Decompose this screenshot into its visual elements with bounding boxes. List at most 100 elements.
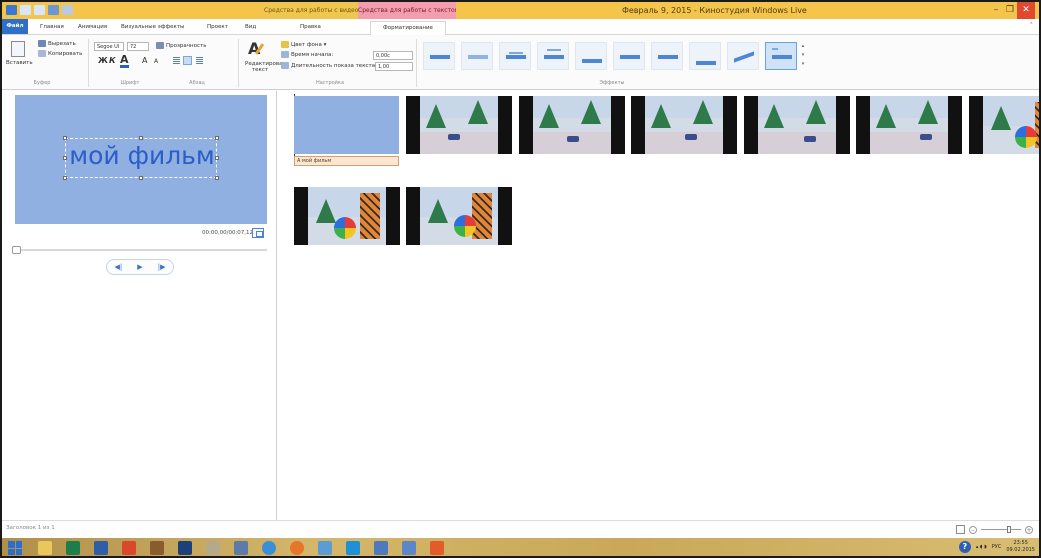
app-icon[interactable] xyxy=(318,541,332,555)
close-button[interactable]: ✕ xyxy=(1017,2,1035,19)
align-left-icon[interactable] xyxy=(173,57,180,64)
browser-icon[interactable] xyxy=(262,541,276,555)
bold-button[interactable]: Ж xyxy=(98,56,108,65)
video-clip[interactable] xyxy=(856,96,962,154)
title-clip[interactable] xyxy=(294,96,399,154)
font-family-select[interactable]: Segoe UI xyxy=(94,42,124,51)
tab-animation[interactable]: Анимация xyxy=(78,21,107,34)
align-center-icon[interactable] xyxy=(183,56,192,65)
tab-view[interactable]: Вид xyxy=(245,21,256,34)
resize-handle[interactable] xyxy=(215,176,219,180)
video-clip[interactable] xyxy=(969,96,1039,154)
save-icon[interactable] xyxy=(48,5,59,15)
edit-text-button[interactable]: Редактировать текст xyxy=(245,61,289,73)
clip-frame xyxy=(533,96,611,154)
copy-button[interactable]: Копировать xyxy=(38,50,82,57)
zoom-in-icon[interactable]: + xyxy=(1025,525,1033,534)
paste-button[interactable]: Вставить xyxy=(6,60,33,66)
app-icon[interactable] xyxy=(206,541,220,555)
help-icon[interactable]: ? xyxy=(958,541,971,553)
storyboard-pane[interactable]: A мой фильм xyxy=(278,91,1039,520)
start-button-icon[interactable] xyxy=(8,541,22,555)
effect-thumbnail[interactable] xyxy=(575,42,607,70)
app-icon[interactable] xyxy=(374,541,388,555)
transparency-button[interactable]: Прозрачность xyxy=(156,42,206,49)
shrink-font-icon[interactable]: A xyxy=(154,58,158,65)
resize-handle[interactable] xyxy=(139,176,143,180)
next-frame-icon[interactable]: |▶ xyxy=(158,263,166,271)
effect-thumbnail[interactable] xyxy=(613,42,645,70)
cut-button[interactable]: Вырезать xyxy=(38,40,76,47)
effect-thumbnail-selected[interactable] xyxy=(765,42,797,70)
paste-icon[interactable] xyxy=(11,41,25,57)
tab-visual-effects[interactable]: Визуальные эффекты xyxy=(121,21,184,34)
background-color-button[interactable]: Цвет фона ▾ xyxy=(281,41,326,48)
tab-edit[interactable]: Правка xyxy=(300,21,321,34)
font-color-icon[interactable]: A xyxy=(120,54,129,68)
align-right-icon[interactable] xyxy=(196,57,203,64)
play-icon[interactable]: ▶ xyxy=(137,263,142,271)
resize-handle[interactable] xyxy=(139,136,143,140)
clock[interactable]: 23:55 09.02.2015 xyxy=(1006,540,1035,554)
chevron-up-icon[interactable]: ˆ xyxy=(1030,22,1034,30)
start-time-input[interactable]: 0,00с xyxy=(373,51,413,60)
tab-file[interactable]: Файл xyxy=(2,19,28,34)
app-icon[interactable] xyxy=(94,541,108,555)
effect-thumbnail[interactable] xyxy=(423,42,455,70)
video-clip[interactable] xyxy=(519,96,625,154)
effect-thumbnail[interactable] xyxy=(651,42,683,70)
tab-format[interactable]: Форматирование xyxy=(370,21,446,35)
preview-monitor[interactable]: мой фильм xyxy=(15,95,267,224)
effect-thumbnail[interactable] xyxy=(689,42,721,70)
video-clip[interactable] xyxy=(406,187,512,245)
video-clip[interactable] xyxy=(744,96,850,154)
gallery-more-icon[interactable]: ▴ ▾ ▾ xyxy=(800,42,806,70)
zoom-slider[interactable] xyxy=(981,526,1021,533)
app-icon[interactable] xyxy=(430,541,444,555)
restore-button[interactable]: ❐ xyxy=(1003,2,1017,19)
zoom-slider-thumb[interactable] xyxy=(1007,526,1011,533)
tab-project[interactable]: Проект xyxy=(207,21,228,34)
language-indicator[interactable]: РУС xyxy=(992,544,1002,550)
fullscreen-icon[interactable] xyxy=(252,228,264,238)
resize-handle[interactable] xyxy=(63,176,67,180)
skype-icon[interactable] xyxy=(346,541,360,555)
video-clip[interactable] xyxy=(631,96,737,154)
effect-thumbnail[interactable] xyxy=(727,42,759,70)
app-icon[interactable] xyxy=(150,541,164,555)
file-explorer-icon[interactable] xyxy=(38,541,52,555)
movie-maker-icon[interactable] xyxy=(402,541,416,555)
start-time-label: Время начала: xyxy=(281,51,333,58)
seek-thumb[interactable] xyxy=(12,246,21,254)
title-clip-caption[interactable]: A мой фильм xyxy=(294,156,399,166)
font-size-select[interactable]: 72 xyxy=(127,42,149,51)
app-icon[interactable] xyxy=(178,541,192,555)
video-clip[interactable] xyxy=(294,187,400,245)
thumbnail-size-icon[interactable] xyxy=(956,525,965,534)
tab-home[interactable]: Главная xyxy=(40,21,64,34)
undo-icon[interactable] xyxy=(20,5,31,15)
overlay-caption-text[interactable]: мой фильм xyxy=(66,141,218,170)
notification-icons[interactable]: ▴ ◖ ◗ xyxy=(976,544,987,550)
effect-thumbnail[interactable] xyxy=(461,42,493,70)
redo-icon[interactable] xyxy=(34,5,45,15)
customize-toolbar-icon[interactable] xyxy=(62,5,73,15)
effect-thumbnail[interactable] xyxy=(537,42,569,70)
video-clip[interactable] xyxy=(406,96,512,154)
app-icon[interactable] xyxy=(234,541,248,555)
app-menu-icon[interactable] xyxy=(6,5,17,15)
minimize-button[interactable]: – xyxy=(989,2,1003,19)
italic-button[interactable]: К xyxy=(109,56,116,65)
previous-frame-icon[interactable]: ◀| xyxy=(115,263,123,271)
seek-bar[interactable] xyxy=(15,249,267,251)
zoom-out-icon[interactable]: – xyxy=(969,525,977,534)
resize-handle[interactable] xyxy=(215,136,219,140)
grow-font-icon[interactable]: A xyxy=(142,56,147,65)
app-icon[interactable] xyxy=(122,541,136,555)
duration-select[interactable]: 1,00 xyxy=(375,62,413,71)
effect-thumbnail[interactable] xyxy=(499,42,531,70)
app-icon[interactable] xyxy=(66,541,80,555)
app-icon[interactable] xyxy=(290,541,304,555)
text-overlay-box[interactable]: мой фильм xyxy=(63,136,219,180)
resize-handle[interactable] xyxy=(63,136,67,140)
